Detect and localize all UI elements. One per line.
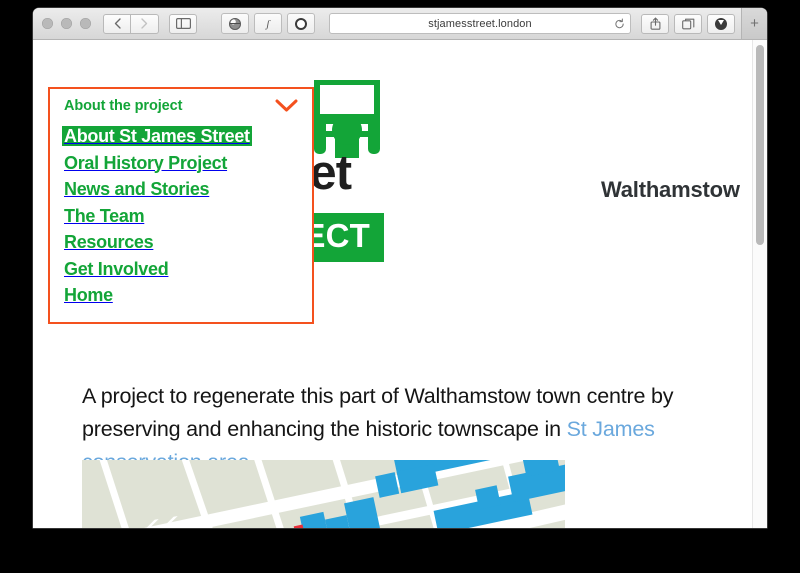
back-button[interactable] (103, 13, 131, 34)
nav-list: About St James Street Oral History Proje… (50, 120, 312, 322)
script-favicon-icon: ʃ (266, 17, 270, 30)
nav-item-label: Home (64, 285, 113, 305)
downloads-button[interactable] (707, 13, 735, 34)
nav-item-resources[interactable]: Resources (50, 230, 312, 257)
sidebar-icon (175, 18, 191, 29)
pinned-tab-globe[interactable] (221, 13, 249, 34)
navigation-buttons (103, 13, 159, 34)
ring-favicon-icon (295, 17, 307, 30)
nav-item-label: Get Involved (64, 258, 169, 279)
nav-item-oral-history-project[interactable]: Oral History Project (50, 151, 312, 178)
browser-window: ʃ stjamesstreet.london + Walthamstow Abo… (33, 8, 767, 528)
address-bar[interactable]: stjamesstreet.london (329, 13, 631, 34)
forward-button[interactable] (131, 13, 159, 34)
nav-item-about-st-james-street[interactable]: About St James Street (50, 124, 312, 151)
pinned-tab-ring[interactable] (287, 13, 315, 34)
url-text: stjamesstreet.london (428, 17, 532, 30)
pinned-tabs: ʃ (221, 13, 315, 34)
tabs-icon (681, 18, 694, 29)
conservation-area-map[interactable]: High Street (82, 460, 565, 528)
sidebar-button[interactable] (169, 13, 197, 34)
minimize-button[interactable] (61, 18, 72, 29)
chevron-right-icon (141, 18, 148, 29)
nav-item-the-team[interactable]: The Team (50, 204, 312, 231)
nav-item-get-involved[interactable]: Get Involved (50, 257, 312, 284)
share-button[interactable] (641, 13, 669, 34)
pinned-tab-script[interactable]: ʃ (254, 13, 282, 34)
scrollbar-thumb[interactable] (756, 45, 764, 245)
nav-dropdown-panel: About the project About St James Street … (48, 87, 314, 324)
nav-item-label: Resources (64, 232, 154, 252)
new-tab-button[interactable]: + (741, 8, 767, 39)
globe-favicon-icon (229, 17, 241, 30)
nav-item-label: The Team (64, 205, 145, 226)
browser-toolbar: ʃ stjamesstreet.london + (33, 8, 767, 40)
chevron-down-icon[interactable] (275, 99, 298, 113)
nav-item-label: News and Stories (64, 179, 210, 199)
close-button[interactable] (42, 18, 53, 29)
map-graphic: High Street (82, 460, 565, 528)
reload-icon[interactable] (614, 18, 625, 29)
site-logo-place: Walthamstow (601, 177, 740, 202)
nav-dropdown-toggle[interactable]: About the project (50, 89, 312, 120)
download-icon (715, 17, 727, 30)
window-controls (42, 18, 91, 29)
nav-item-label: About St James Street (64, 126, 250, 146)
chevron-left-icon (114, 18, 121, 29)
page-scrollbar[interactable] (752, 40, 767, 528)
nav-dropdown-label: About the project (64, 98, 183, 114)
toolbar-right-buttons (641, 13, 735, 34)
zoom-button[interactable] (80, 18, 91, 29)
screenshot-root: ʃ stjamesstreet.london + Walthamstow Abo… (0, 0, 800, 573)
show-all-tabs-button[interactable] (674, 13, 702, 34)
share-icon (650, 17, 660, 30)
nav-item-label: Oral History Project (64, 152, 228, 173)
page-content: es Street Walthamstow UT THE PROJECT Abo… (33, 40, 767, 528)
nav-item-news-and-stories[interactable]: News and Stories (50, 177, 312, 204)
nav-item-home[interactable]: Home (50, 283, 312, 310)
